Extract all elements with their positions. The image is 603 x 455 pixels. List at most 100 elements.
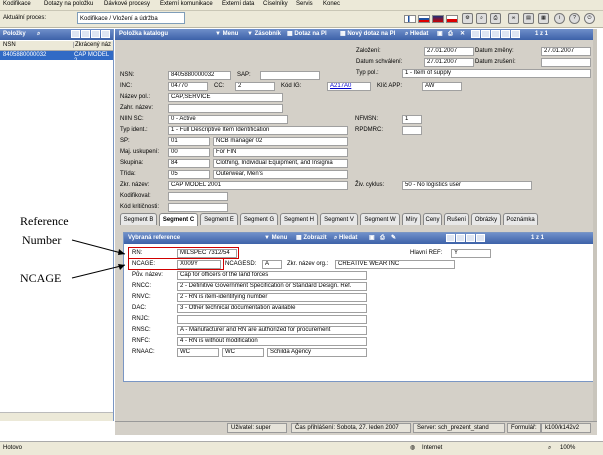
- hlavni-ref-field[interactable]: Y: [451, 249, 491, 258]
- menu-servis[interactable]: Servis: [296, 1, 313, 7]
- menu-externi-data[interactable]: Externí data: [222, 1, 254, 7]
- close-button[interactable]: [511, 30, 520, 38]
- menu-externi-komunikace[interactable]: Externí komunikace: [160, 1, 213, 7]
- tab-ceny[interactable]: Ceny: [423, 213, 442, 225]
- zkr-nazev-field[interactable]: CAP MODEL 2001: [168, 181, 348, 190]
- zobrazit-button[interactable]: ▦ Zobrazit: [296, 233, 327, 244]
- zahr-nazev-field[interactable]: [168, 104, 283, 113]
- typ-ident-field[interactable]: 1 - Full Descriptive Item Identification: [168, 126, 348, 135]
- tab-miry[interactable]: Míry: [402, 213, 421, 225]
- reference-menu-button[interactable]: ▼ Menu: [264, 233, 287, 244]
- ziv-cyklus-field[interactable]: 50 - No logistics user: [402, 181, 532, 190]
- zmeny-field[interactable]: 27.01.2007: [541, 47, 591, 56]
- catalog-menu-button[interactable]: ▼ Menu: [215, 29, 238, 40]
- sap-field[interactable]: [260, 71, 320, 80]
- next-record-button[interactable]: [491, 30, 500, 38]
- cc-field[interactable]: 2: [235, 82, 275, 91]
- trida-code-field[interactable]: 05: [168, 170, 210, 179]
- rnfc-field[interactable]: 4 - RN is without modification: [177, 337, 367, 346]
- schvaleni-field[interactable]: 27.01.2007: [424, 58, 474, 67]
- nfmsn-field[interactable]: 1: [402, 115, 422, 124]
- tab-segment-e[interactable]: Segment E: [200, 213, 238, 225]
- vertical-scrollbar[interactable]: [593, 29, 597, 421]
- menu-kodifikace[interactable]: Kodifikace: [3, 1, 31, 7]
- rpdmrc-field[interactable]: [402, 126, 422, 135]
- zoom-level[interactable]: 100%: [560, 445, 575, 451]
- horizontal-scrollbar[interactable]: [0, 412, 113, 421]
- menu-ciselniky[interactable]: Číselníky: [263, 1, 288, 7]
- prev-record-button[interactable]: [481, 30, 490, 38]
- zalozeni-field[interactable]: 27.01.2007: [424, 47, 474, 56]
- dac-field[interactable]: 3 - Other technical documentation availa…: [177, 304, 367, 313]
- column-nsn[interactable]: NSN: [3, 42, 16, 48]
- hledat-button[interactable]: ⌕ Hledat: [405, 29, 428, 40]
- finnish-flag-icon[interactable]: [404, 15, 416, 23]
- print-icon[interactable]: ⎙: [448, 29, 453, 40]
- tab-segment-h[interactable]: Segment H: [280, 213, 318, 225]
- process-field[interactable]: Kodifikace / Vložení a údržba: [77, 12, 185, 24]
- menu-davkove-procesy[interactable]: Dávkové procesy: [104, 1, 150, 7]
- tab-obrazky[interactable]: Obrázky: [471, 213, 501, 225]
- document-icon[interactable]: ▤: [523, 13, 534, 24]
- save-icon[interactable]: ▣: [437, 29, 443, 40]
- help-icon[interactable]: ?: [569, 13, 580, 24]
- rnaac-code-field[interactable]: WC: [177, 348, 219, 357]
- print-icon[interactable]: ⎙: [490, 13, 501, 24]
- table-icon[interactable]: ▦: [538, 13, 549, 24]
- tab-ruseni[interactable]: Rušení: [444, 213, 469, 225]
- power-icon[interactable]: ⏻: [584, 13, 595, 24]
- search-tool-icon[interactable]: ⌕: [476, 13, 487, 24]
- save-icon[interactable]: ▣: [369, 233, 375, 244]
- kod-kriticnosti-field[interactable]: [168, 203, 228, 212]
- inc-field[interactable]: 04770: [168, 82, 208, 91]
- tab-segment-b[interactable]: Segment B: [120, 213, 157, 225]
- next-record-button[interactable]: [81, 30, 90, 38]
- czech-flag-icon[interactable]: [446, 15, 458, 23]
- tab-segment-g[interactable]: Segment G: [240, 213, 278, 225]
- info-icon[interactable]: i: [554, 13, 565, 24]
- klic-app-field[interactable]: AW: [422, 82, 462, 91]
- dotaz-button[interactable]: ▦ Dotaz na Pl: [287, 29, 327, 40]
- zruseni-field[interactable]: [541, 58, 591, 67]
- print-icon[interactable]: ⎙: [380, 233, 385, 244]
- kod-ig-link[interactable]: A217A0: [327, 82, 371, 91]
- tab-segment-c[interactable]: Segment C: [159, 213, 198, 226]
- edit-icon[interactable]: ✎: [391, 233, 396, 244]
- rnjc-field[interactable]: [177, 315, 367, 324]
- first-record-button[interactable]: [446, 234, 455, 242]
- filter-button[interactable]: [91, 30, 100, 38]
- reference-hledat-button[interactable]: ⌕ Hledat: [334, 233, 357, 244]
- rnvc-field[interactable]: 2 - RN is item-identifying number: [177, 293, 367, 302]
- search-icon[interactable]: ⌕: [37, 29, 40, 40]
- kodifikoval-field[interactable]: [168, 192, 228, 201]
- puv-nazev-field[interactable]: Cap for officers of the land forces: [177, 271, 367, 280]
- skupina-code-field[interactable]: 84: [168, 159, 210, 168]
- next-record-button[interactable]: [466, 234, 475, 242]
- nsn-field[interactable]: 8405880000032: [168, 71, 231, 80]
- close-panel-button[interactable]: [101, 30, 110, 38]
- menu-dotazy[interactable]: Dotazy na položku: [44, 1, 93, 7]
- first-record-button[interactable]: [471, 30, 480, 38]
- nazev-pol-field[interactable]: CAP,SERVICE: [168, 93, 283, 102]
- column-name[interactable]: Zkrácený náz: [73, 42, 111, 48]
- tab-segment-v[interactable]: Segment V: [320, 213, 358, 225]
- typ-pol-field[interactable]: 1 - Item of supply: [402, 69, 591, 78]
- prev-record-button[interactable]: [71, 30, 80, 38]
- rnsc-field[interactable]: A - Manufacturer and RN are authorized f…: [177, 326, 367, 335]
- sp-code-field[interactable]: 01: [168, 137, 210, 146]
- menu-konec[interactable]: Konec: [323, 1, 340, 7]
- novy-dotaz-button[interactable]: ▦ Nový dotaz na Pl: [340, 29, 395, 40]
- tab-segment-w[interactable]: Segment W: [360, 213, 400, 225]
- delete-icon[interactable]: ✕: [460, 29, 465, 40]
- zasobnik-button[interactable]: ▼ Zásobník: [247, 29, 281, 40]
- last-record-button[interactable]: [501, 30, 510, 38]
- ncagesd-field[interactable]: A: [262, 260, 282, 269]
- maj-code-field[interactable]: 00: [168, 148, 210, 157]
- zkr-org-field[interactable]: CREATIVE WEAR INC: [335, 260, 455, 269]
- link-icon[interactable]: ∞: [508, 13, 519, 24]
- last-record-button[interactable]: [476, 234, 485, 242]
- tab-poznamka[interactable]: Poznámka: [503, 213, 538, 225]
- niin-sc-field[interactable]: 0 - Active: [168, 115, 288, 124]
- prev-record-button[interactable]: [456, 234, 465, 242]
- zoom-icon[interactable]: ⌕: [548, 445, 551, 452]
